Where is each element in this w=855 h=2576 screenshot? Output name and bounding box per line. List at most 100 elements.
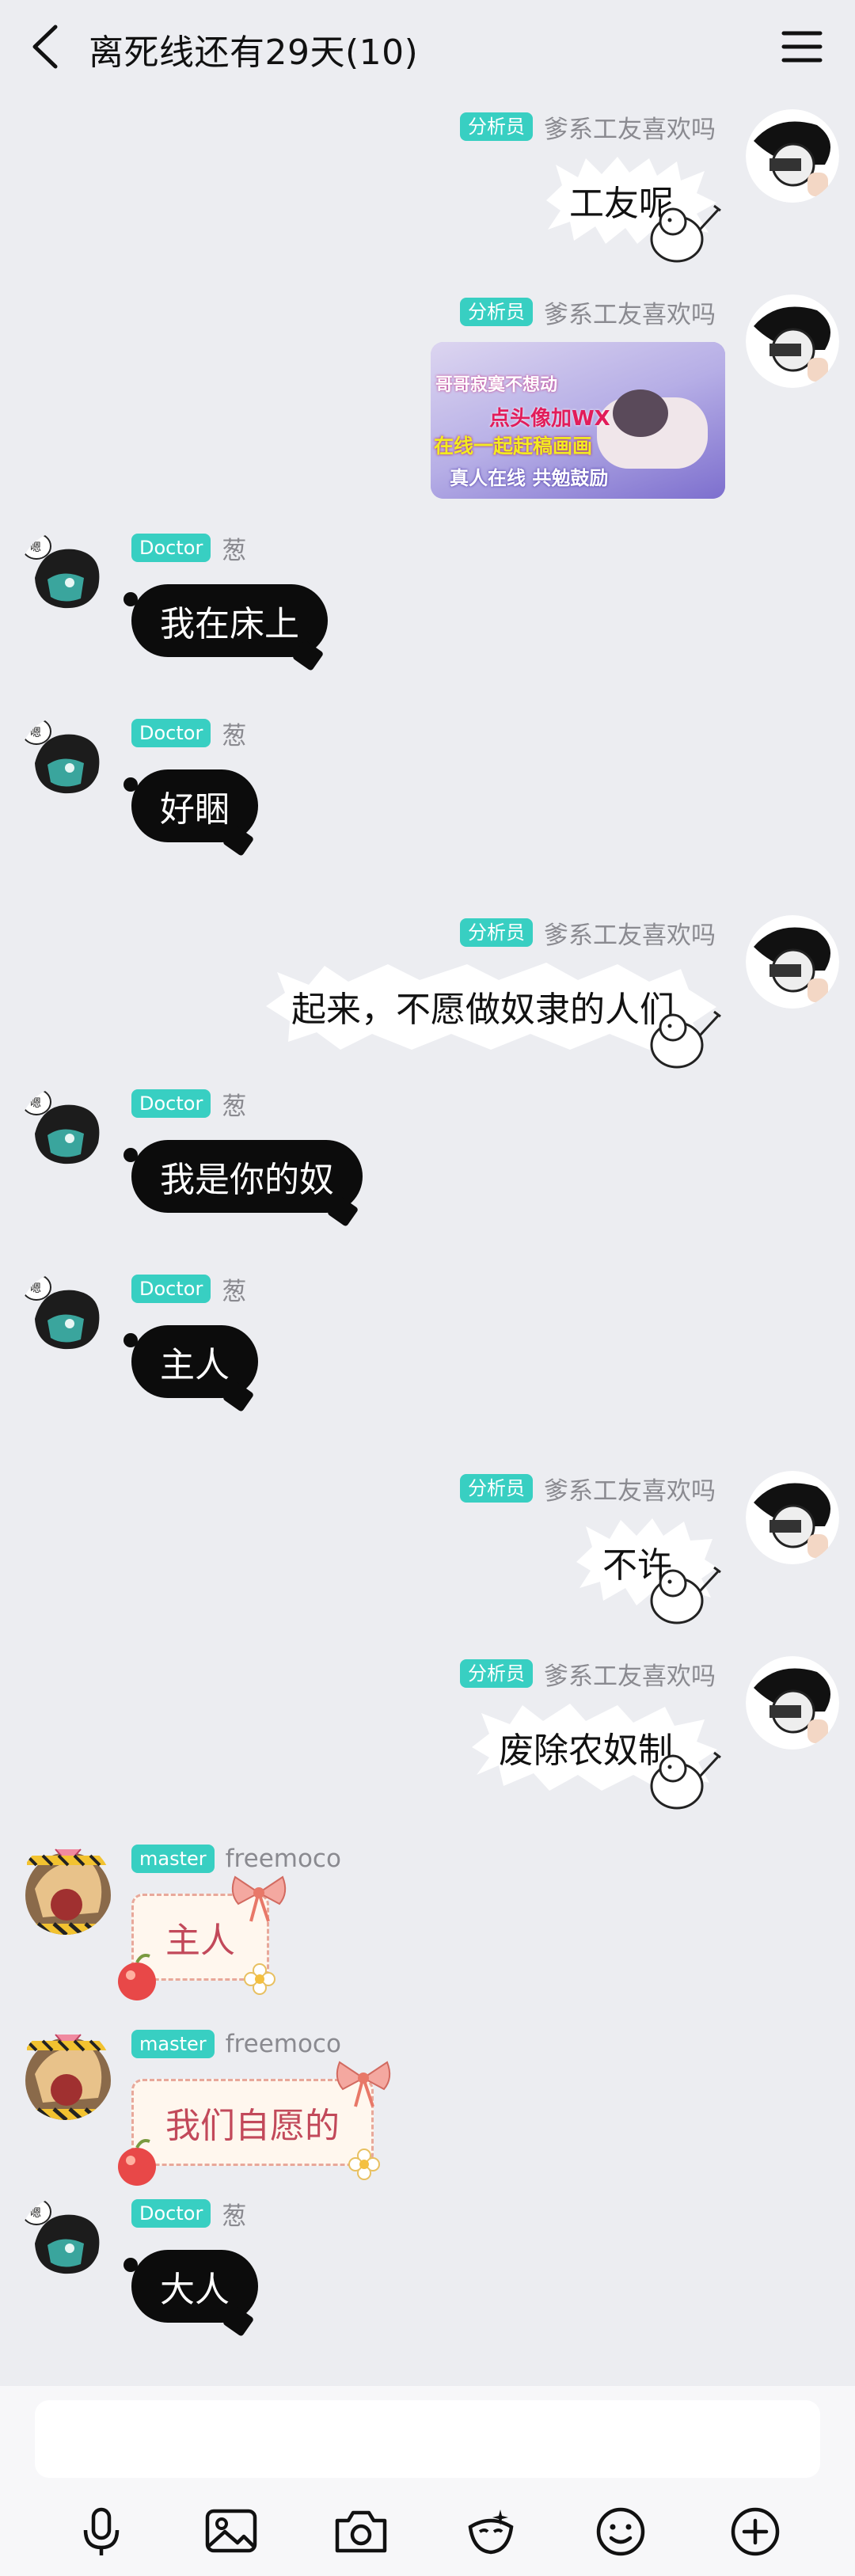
flower-icon	[244, 1963, 276, 1995]
sender-name: 爹系工友喜欢吗	[544, 1662, 716, 1691]
sender-meta: master freemoco	[131, 2028, 341, 2060]
emoji-button[interactable]	[592, 2503, 649, 2560]
sender-meta: 分析员 爹系工友喜欢吗	[460, 917, 716, 950]
camera-button[interactable]	[332, 2503, 390, 2560]
sender-name: 葱	[222, 721, 247, 750]
avatar[interactable]	[19, 2027, 112, 2120]
image-message[interactable]: 哥哥寂寞不想动 点头像加WX 在线一起赶稿画画 真人在线 共勉鼓励	[431, 342, 725, 499]
album-button[interactable]	[203, 2503, 260, 2560]
avatar[interactable]: 嗯	[19, 2196, 112, 2289]
image-caption-line: 在线一起赶稿画画	[434, 435, 593, 458]
avatar[interactable]: 嗯	[19, 716, 112, 809]
message-text: 主人	[160, 1345, 230, 1385]
emoji-icon	[596, 2507, 645, 2556]
sender-meta: 分析员 爹系工友喜欢吗	[460, 111, 716, 144]
message-bubble[interactable]: 大人	[124, 2250, 258, 2323]
avatar[interactable]	[746, 1656, 839, 1750]
avatar[interactable]: 嗯	[19, 1086, 112, 1180]
message-text: 主人	[165, 1921, 235, 1961]
sender-meta: Doctor 葱	[131, 717, 247, 750]
avatar[interactable]	[746, 1471, 839, 1564]
message-text: 我在床上	[160, 604, 299, 644]
avatar[interactable]: 嗯	[19, 530, 112, 624]
role-badge: Doctor	[131, 1275, 211, 1303]
message-bubble[interactable]: 不许	[570, 1515, 721, 1624]
svg-text:嗯: 嗯	[30, 541, 41, 554]
image-caption-line: 哥哥寂寞不想动	[435, 375, 558, 395]
plus-icon	[731, 2507, 780, 2556]
message-text: 好睏	[160, 789, 230, 830]
message-text: 我是你的奴	[160, 1160, 334, 1200]
role-badge: Doctor	[131, 2199, 211, 2228]
bird-sticker-icon	[650, 204, 721, 263]
sender-name: 葱	[222, 1092, 247, 1121]
sender-meta: Doctor 葱	[131, 532, 246, 565]
sender-name: 爹系工友喜欢吗	[544, 1476, 716, 1506]
sender-meta: 分析员 爹系工友喜欢吗	[460, 1658, 716, 1691]
role-badge: 分析员	[460, 1474, 533, 1503]
role-badge: 分析员	[460, 298, 533, 326]
voice-button[interactable]	[73, 2503, 130, 2560]
sender-name: 葱	[222, 1277, 247, 1306]
role-badge: master	[131, 2030, 215, 2058]
apple-icon	[118, 1954, 156, 2000]
message-bubble[interactable]: 好睏	[124, 769, 258, 842]
more-button[interactable]	[727, 2503, 784, 2560]
message-bubble[interactable]: 我在床上	[124, 584, 328, 657]
ribbon-bow-icon	[231, 1875, 287, 1922]
sender-name: freemoco	[225, 2030, 341, 2058]
sender-name: 爹系工友喜欢吗	[544, 921, 716, 950]
bird-sticker-icon	[650, 1566, 721, 1624]
sticker-button[interactable]	[462, 2503, 519, 2560]
message-bubble[interactable]: 起来，不愿做奴隶的人们	[261, 959, 721, 1069]
message-text: 我们自愿的	[165, 2106, 340, 2146]
back-button[interactable]	[24, 21, 71, 73]
role-badge: 分析员	[460, 918, 533, 947]
message-bubble[interactable]: 主人	[124, 1325, 258, 1398]
microphone-icon	[83, 2507, 120, 2555]
camera-icon	[335, 2510, 387, 2553]
ribbon-bow-icon	[336, 2061, 391, 2107]
message-text: 大人	[160, 2270, 230, 2310]
message-bubble[interactable]: 我是你的奴	[124, 1140, 363, 1213]
avatar[interactable]: 嗯	[19, 1271, 112, 1365]
sender-name: 葱	[222, 2202, 247, 2231]
chevron-left-icon	[32, 25, 58, 69]
role-badge: master	[131, 1845, 215, 1873]
sender-meta: Doctor 葱	[131, 1273, 247, 1306]
svg-text:嗯: 嗯	[30, 2207, 41, 2220]
role-badge: 分析员	[460, 112, 533, 141]
sender-meta: Doctor 葱	[131, 1088, 247, 1121]
sender-name: 爹系工友喜欢吗	[544, 300, 716, 329]
role-badge: 分析员	[460, 1659, 533, 1688]
message-bubble[interactable]: 废除农奴制	[467, 1700, 721, 1810]
avatar[interactable]	[746, 915, 839, 1009]
apple-icon	[118, 2139, 156, 2186]
message-bubble[interactable]: 我们自愿的	[118, 2061, 391, 2186]
menu-button[interactable]	[779, 24, 825, 70]
avatar[interactable]	[19, 1841, 112, 1935]
image-caption-line: 点头像加WX	[489, 407, 610, 431]
image-caption-line: 真人在线 共勉鼓励	[450, 467, 609, 489]
role-badge: Doctor	[131, 719, 211, 747]
chat-title: 离死线还有29天(10)	[89, 32, 419, 73]
avatar[interactable]	[746, 109, 839, 203]
role-badge: Doctor	[131, 534, 211, 562]
sender-meta: 分析员 爹系工友喜欢吗	[460, 296, 716, 329]
role-badge: Doctor	[131, 1089, 211, 1118]
message-bubble[interactable]: 工友呢	[538, 154, 721, 263]
image-icon	[205, 2509, 257, 2553]
flower-icon	[348, 2149, 380, 2180]
top-bar: 离死线还有29天(10)	[0, 0, 855, 93]
message-bubble[interactable]: 主人	[118, 1875, 287, 2000]
input-area	[0, 2386, 855, 2576]
bird-sticker-icon	[650, 1010, 721, 1069]
message-input[interactable]	[35, 2400, 820, 2478]
bird-sticker-icon	[650, 1751, 721, 1810]
avatar[interactable]	[746, 294, 839, 388]
svg-text:嗯: 嗯	[30, 1282, 41, 1295]
hamburger-menu-icon	[781, 31, 823, 63]
sender-name: 爹系工友喜欢吗	[544, 115, 716, 144]
sender-meta: 分析员 爹系工友喜欢吗	[460, 1472, 716, 1506]
sender-meta: Doctor 葱	[131, 2198, 247, 2231]
